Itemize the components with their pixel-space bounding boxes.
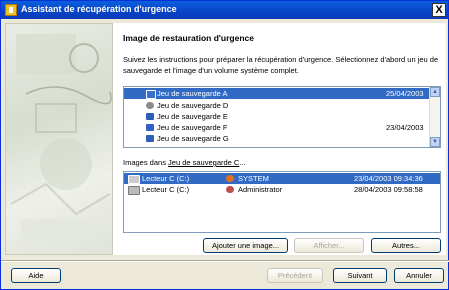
banner-illustration xyxy=(10,34,112,241)
footer-separator xyxy=(1,260,449,262)
backup-set-name: Jeu de sauvegarde F xyxy=(157,123,228,132)
image-drive: Lecteur C (C:) xyxy=(142,185,190,194)
images-label-prefix: Images dans xyxy=(123,158,169,167)
help-button[interactable]: Aide xyxy=(11,268,61,283)
disc-icon xyxy=(146,102,154,109)
others-button[interactable]: Autres... xyxy=(371,238,441,253)
backup-set-row[interactable]: Jeu de sauvegarde E xyxy=(124,111,429,122)
backup-set-date: 25/04/2003 xyxy=(386,89,424,98)
backup-set-row[interactable]: Jeu de sauvegarde F 23/04/2003 xyxy=(124,122,429,133)
add-image-button[interactable]: Ajouter une image... xyxy=(203,238,288,253)
images-label-suffix: ... xyxy=(239,158,246,167)
backup-set-list[interactable]: Jeu de sauvegarde A 25/04/2003 Jeu de sa… xyxy=(123,86,441,148)
window-title: Assistant de récupération d'urgence xyxy=(21,4,177,14)
scroll-up-arrow-icon[interactable]: ▲ xyxy=(430,87,440,97)
backup-set-name: Jeu de sauvegarde G xyxy=(157,134,229,143)
backup-set-row[interactable]: Jeu de sauvegarde A 25/04/2003 xyxy=(124,88,429,99)
vertical-scrollbar[interactable]: ▲ ▼ xyxy=(429,87,440,147)
image-drive: Lecteur C (C:) xyxy=(142,174,190,183)
drive-icon xyxy=(128,186,140,195)
backup-set-name: Jeu de sauvegarde E xyxy=(157,112,228,121)
network-drive-icon xyxy=(146,113,154,120)
previous-button[interactable]: Précédent xyxy=(267,268,323,283)
backup-set-name: Jeu de sauvegarde A xyxy=(157,89,228,98)
image-user: SYSTEM xyxy=(238,174,269,183)
show-button[interactable]: Afficher... xyxy=(294,238,364,253)
close-button[interactable]: X xyxy=(432,3,446,17)
wizard-app-icon xyxy=(5,4,17,16)
image-row[interactable]: Lecteur C (C:) SYSTEM 23/04/2003 09:34:3… xyxy=(124,173,440,184)
scroll-down-arrow-icon[interactable]: ▼ xyxy=(430,137,440,147)
wizard-content: Image de restauration d'urgence Suivez l… xyxy=(113,23,446,255)
drive-icon xyxy=(128,175,140,184)
backup-set-name: Jeu de sauvegarde D xyxy=(157,101,229,110)
backup-set-row[interactable]: Jeu de sauvegarde G xyxy=(124,133,429,144)
image-user: Administrator xyxy=(238,185,283,194)
image-datetime: 28/04/2003 09:58:58 xyxy=(354,185,423,194)
backup-set-date: 23/04/2003 xyxy=(386,123,424,132)
floppy-icon xyxy=(146,124,154,131)
instructions-text: Suivez les instructions pour préparer la… xyxy=(123,55,439,75)
image-row[interactable]: Lecteur C (C:) Administrator 28/04/2003 … xyxy=(124,184,440,195)
user-icon xyxy=(226,186,234,193)
side-banner-image xyxy=(5,23,113,255)
backup-set-row[interactable]: Jeu de sauvegarde D xyxy=(124,100,429,111)
cancel-button[interactable]: Annuler xyxy=(394,268,444,283)
image-list[interactable]: Lecteur C (C:) SYSTEM 23/04/2003 09:34:3… xyxy=(123,171,441,233)
page-title: Image de restauration d'urgence xyxy=(123,33,254,43)
network-drive-icon xyxy=(146,135,154,142)
tape-icon xyxy=(146,90,156,99)
images-label: Images dans Jeu de sauvegarde C... xyxy=(123,158,246,167)
next-button[interactable]: Suivant xyxy=(333,268,387,283)
user-icon xyxy=(226,175,234,182)
title-bar[interactable]: Assistant de récupération d'urgence X xyxy=(1,1,448,19)
image-datetime: 23/04/2003 09:34:36 xyxy=(354,174,423,183)
images-label-set-link: Jeu de sauvegarde C xyxy=(168,158,240,167)
wizard-window: Assistant de récupération d'urgence X Im… xyxy=(0,0,449,290)
